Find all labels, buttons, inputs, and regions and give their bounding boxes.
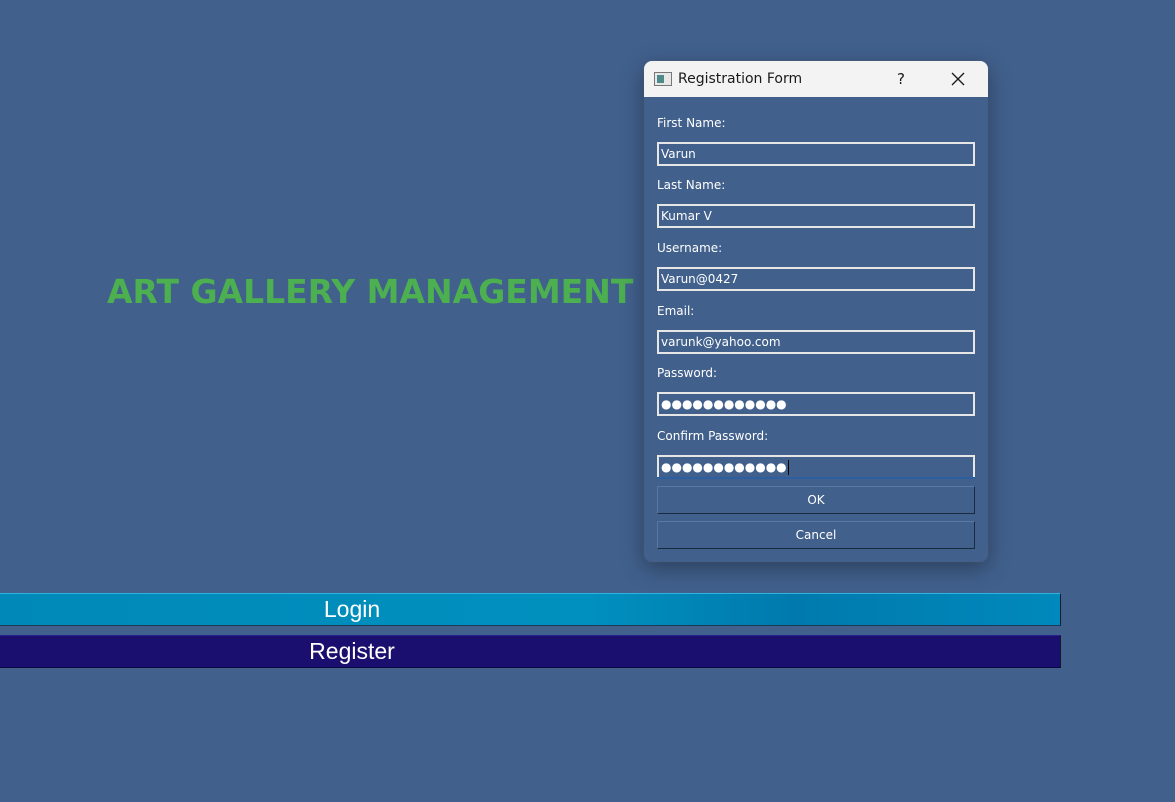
first-name-label: First Name: [657, 116, 726, 130]
app-title: ART GALLERY MANAGEMENT [107, 272, 634, 311]
register-button-label: Register [309, 638, 395, 664]
registration-dialog: Registration Form ? First Name: Varun La… [644, 61, 988, 562]
help-button[interactable]: ? [890, 61, 912, 97]
register-button[interactable]: Register [0, 635, 1061, 668]
last-name-input[interactable]: Kumar V [657, 204, 975, 228]
confirm-password-value: ●●●●●●●●●●●● [661, 460, 787, 474]
ok-button[interactable]: OK [657, 486, 975, 514]
login-button-label: Login [323, 596, 381, 622]
close-button[interactable] [944, 61, 972, 97]
password-label: Password: [657, 366, 718, 380]
text-caret [787, 460, 789, 475]
dialog-title: Registration Form [678, 71, 803, 87]
last-name-label: Last Name: [657, 178, 726, 192]
email-input[interactable]: varunk@yahoo.com [657, 330, 975, 354]
close-icon [951, 72, 965, 86]
confirm-password-label: Confirm Password: [657, 429, 769, 443]
email-label: Email: [657, 304, 695, 318]
password-input[interactable]: ●●●●●●●●●●●● [657, 392, 975, 416]
username-input[interactable]: Varun@0427 [657, 267, 975, 291]
cancel-button[interactable]: Cancel [657, 521, 975, 549]
confirm-password-input[interactable]: ●●●●●●●●●●●● [657, 455, 975, 477]
focus-underline [657, 477, 975, 479]
window-icon [654, 72, 672, 86]
dialog-titlebar[interactable]: Registration Form ? [644, 61, 988, 97]
main-window: ART GALLERY MANAGEMENT Login Register Re… [0, 0, 1175, 802]
login-button[interactable]: Login [0, 593, 1061, 626]
first-name-input[interactable]: Varun [657, 142, 975, 166]
username-label: Username: [657, 241, 723, 255]
